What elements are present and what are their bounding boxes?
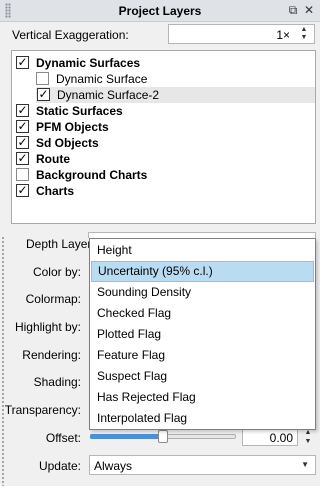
vertical-exaggeration-value[interactable]: 1×	[276, 28, 290, 42]
dropdown-option[interactable]: Sounding Density	[91, 282, 314, 303]
update-label: Update:	[38, 459, 81, 473]
layer-label: Dynamic Surfaces	[36, 56, 141, 70]
update-combo[interactable]: Always ▼	[89, 455, 316, 475]
layer-label: PFM Objects	[36, 120, 109, 134]
dropdown-option[interactable]: Checked Flag	[91, 303, 314, 324]
spin-down-icon[interactable]: ▼	[302, 437, 314, 446]
layer-label: Dynamic Surface	[56, 72, 148, 86]
layer-checkbox[interactable]: ✓	[16, 184, 29, 197]
spin-up-icon[interactable]: ▲	[297, 26, 311, 34]
layer-label: Static Surfaces	[36, 104, 123, 118]
offset-spinner[interactable]: ▲ ▼	[302, 428, 314, 446]
dropdown-option[interactable]: Height	[91, 240, 314, 261]
layer-label: Charts	[36, 184, 75, 198]
layer-item[interactable]: ✓ Dynamic Surfaces	[12, 55, 315, 71]
panel-title: Project Layers	[118, 4, 202, 18]
layer-item[interactable]: ✓ Static Surfaces	[12, 103, 315, 119]
layer-checkbox[interactable]: ✓	[16, 56, 29, 69]
layer-checkbox[interactable]: ✓	[16, 120, 29, 133]
offset-field[interactable]: 0.00	[242, 428, 298, 446]
layer-checkbox[interactable]	[16, 168, 29, 181]
panel-title-bar[interactable]: Project Layers ⧉ ✕	[0, 0, 320, 22]
layer-item[interactable]: ✓ Route	[12, 151, 315, 167]
dropdown-option[interactable]: Uncertainty (95% c.l.)	[91, 261, 314, 282]
layer-checkbox[interactable]	[36, 72, 49, 85]
dropdown-option[interactable]: Interpolated Flag	[91, 408, 314, 429]
layer-checkbox[interactable]: ✓	[37, 88, 50, 101]
update-value: Always	[94, 459, 133, 473]
depth-layer-dropdown-list[interactable]: Height Uncertainty (95% c.l.) Sounding Den…	[89, 238, 316, 430]
rendering-label: Rendering:	[22, 348, 81, 362]
color-by-label: Color by:	[32, 265, 81, 279]
layer-item[interactable]: ✓ Dynamic Surface-2	[36, 87, 315, 103]
float-window-icon[interactable]: ⧉	[286, 3, 300, 17]
layer-label: Sd Objects	[36, 136, 99, 150]
dropdown-option[interactable]: Plotted Flag	[91, 324, 314, 345]
transparency-label: Transparency:	[4, 403, 81, 417]
spin-down-icon[interactable]: ▼	[297, 34, 311, 42]
dropdown-option[interactable]: Suspect Flag	[91, 366, 314, 387]
dropdown-option[interactable]: Feature Flag	[91, 345, 314, 366]
layer-label: Route	[36, 152, 70, 166]
vertical-exaggeration-spinbox[interactable]: 1× ▲ ▼	[168, 24, 315, 44]
close-icon[interactable]: ✕	[302, 3, 316, 17]
layer-item[interactable]: ✓ PFM Objects	[12, 119, 315, 135]
vertical-exaggeration-label: Vertical Exaggeration:	[12, 28, 129, 42]
offset-slider-thumb[interactable]	[158, 430, 168, 443]
offset-label: Offset:	[45, 431, 81, 445]
offset-slider-fill	[90, 434, 163, 439]
layer-item[interactable]: ✓ Sd Objects	[12, 135, 315, 151]
layer-label: Dynamic Surface-2	[57, 88, 160, 102]
layers-tree[interactable]: ✓ Dynamic Surfaces Dynamic Surface ✓ Dynamic…	[11, 50, 316, 224]
layer-checkbox[interactable]: ✓	[16, 136, 29, 149]
layer-item[interactable]: Background Charts	[12, 167, 315, 183]
layer-checkbox[interactable]: ✓	[16, 104, 29, 117]
dropdown-option[interactable]: Has Rejected Flag	[91, 387, 314, 408]
layer-checkbox[interactable]: ✓	[16, 152, 29, 165]
offset-value[interactable]: 0.00	[270, 431, 293, 445]
shading-label: Shading:	[33, 375, 81, 389]
depth-layer-label: Depth Layer:	[26, 237, 95, 251]
layer-item[interactable]: Dynamic Surface	[12, 71, 315, 87]
highlight-by-label: Highlight by:	[14, 320, 81, 334]
layer-label: Background Charts	[36, 168, 148, 182]
chevron-down-icon[interactable]: ▼	[301, 460, 309, 469]
colormap-label: Colormap:	[25, 292, 81, 306]
layer-item[interactable]: ✓ Charts	[12, 183, 315, 199]
